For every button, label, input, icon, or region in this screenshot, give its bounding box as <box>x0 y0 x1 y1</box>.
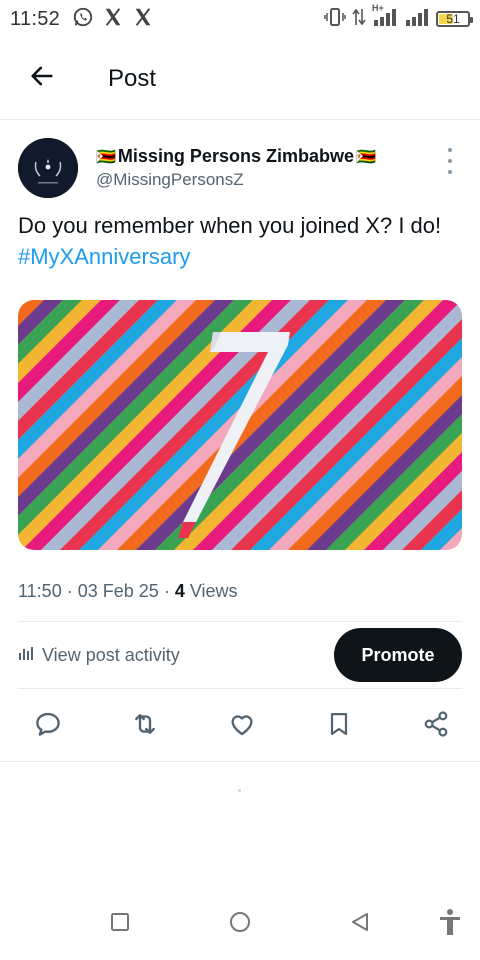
view-post-activity-link[interactable]: View post activity <box>18 645 180 666</box>
signal-strength-icon: H+ <box>372 3 398 32</box>
loading-indicator <box>238 789 241 792</box>
meta-separator: · <box>66 581 78 601</box>
post-author: 🇿🇼 Missing Persons Zimbabwe 🇿🇼 @MissingP… <box>18 138 462 200</box>
post-metadata: 11:50 · 03 Feb 25 · 4 Views <box>18 581 238 602</box>
status-app-icons <box>72 6 154 33</box>
dot <box>448 148 452 152</box>
vibrate-icon <box>324 7 346 32</box>
share-icon <box>421 709 451 744</box>
status-time: 11:52 <box>10 7 61 30</box>
back-nav-button[interactable] <box>338 900 382 948</box>
analytics-icon <box>18 645 34 666</box>
media-number: 7 <box>18 300 19 301</box>
share-button[interactable] <box>418 708 454 744</box>
post-text-body: Do you remember when you joined X? I do! <box>18 213 442 238</box>
post-activity-row: View post activity Promote <box>18 622 462 688</box>
author-handle[interactable]: @MissingPersonsZ <box>96 170 376 190</box>
arrow-left-icon <box>28 62 56 95</box>
anniversary-stripes-image: 7 <box>18 300 462 550</box>
repost-icon <box>129 709 161 744</box>
top-app-bar: Post <box>0 38 480 120</box>
signal-strength-icon <box>404 7 430 32</box>
accessibility-button[interactable] <box>428 900 472 948</box>
view-post-activity-label: View post activity <box>42 644 180 665</box>
bookmark-icon <box>325 709 353 744</box>
home-circle-icon <box>228 910 252 939</box>
x-icon <box>102 6 124 33</box>
recents-button[interactable] <box>98 900 142 948</box>
post-text: Do you remember when you joined X? I do!… <box>18 210 462 272</box>
divider <box>0 761 480 762</box>
zimbabwe-flag: 🇿🇼 <box>355 148 376 166</box>
promote-button[interactable]: Promote <box>334 628 462 682</box>
back-button[interactable] <box>0 38 84 120</box>
dot <box>448 159 452 163</box>
avatar-emblem-icon <box>18 138 78 198</box>
like-button[interactable] <box>224 708 260 744</box>
whatsapp-icon <box>72 6 94 33</box>
reply-icon <box>33 709 63 744</box>
post-action-bar <box>18 698 462 754</box>
hashtag-link[interactable]: #MyXAnniversary <box>18 244 190 269</box>
status-indicators: H+ 51 <box>324 3 473 32</box>
page-title: Post <box>108 64 157 92</box>
data-transfer-icon <box>352 7 366 32</box>
author-name-row[interactable]: 🇿🇼 Missing Persons Zimbabwe 🇿🇼 <box>96 146 376 167</box>
battery-icon: 51 <box>436 11 473 27</box>
author-info: 🇿🇼 Missing Persons Zimbabwe 🇿🇼 @MissingP… <box>96 146 376 190</box>
accessibility-icon <box>438 908 462 941</box>
zimbabwe-flag: 🇿🇼 <box>96 148 116 166</box>
post-date: 03 Feb 25 <box>77 581 159 601</box>
meta-separator: · <box>163 581 175 601</box>
back-triangle-icon <box>349 911 371 938</box>
post-time: 11:50 <box>18 581 62 601</box>
dot <box>448 170 452 174</box>
battery-level: 51 <box>446 12 460 26</box>
x-icon <box>132 6 154 33</box>
author-name: Missing Persons Zimbabwe <box>117 146 354 166</box>
network-type-label: H+ <box>372 2 384 13</box>
home-button[interactable] <box>218 900 262 948</box>
views-count: 4 <box>174 581 185 601</box>
status-bar: 11:52 H+ 51 <box>0 0 480 38</box>
like-icon <box>227 709 257 744</box>
recents-square-icon <box>109 911 131 938</box>
avatar[interactable] <box>18 138 78 198</box>
divider <box>18 688 462 689</box>
system-navigation-bar <box>0 900 480 948</box>
repost-button[interactable] <box>127 708 163 744</box>
more-options-button[interactable] <box>442 148 458 174</box>
views-label: Views <box>189 581 238 601</box>
reply-button[interactable] <box>30 708 66 744</box>
post-media-image[interactable]: 7 <box>18 300 462 550</box>
bookmark-button[interactable] <box>321 708 357 744</box>
